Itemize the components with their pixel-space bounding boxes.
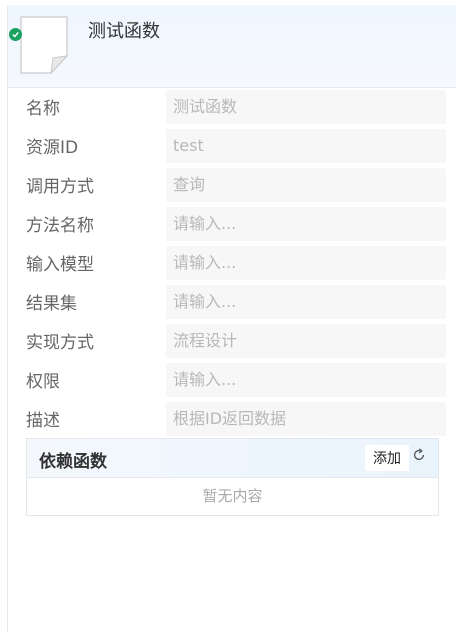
dependencies-title: 依赖函数 xyxy=(39,452,107,472)
empty-state: 暂无内容 xyxy=(202,487,263,505)
field-label: 输入模型 xyxy=(26,255,94,275)
field-row-result-set: 结果集 请输入... xyxy=(26,283,446,322)
field-row-implementation: 实现方式 流程设计 xyxy=(26,322,446,361)
panel-header xyxy=(8,5,456,88)
field-row-resource-id: 资源ID test xyxy=(26,127,446,166)
document-icon xyxy=(20,16,69,74)
field-label: 方法名称 xyxy=(26,216,94,236)
check-circle-icon xyxy=(9,28,22,41)
dependencies-header: 依赖函数 添加 xyxy=(27,439,438,478)
page-title: 测试函数 xyxy=(88,21,160,42)
field-label: 名称 xyxy=(26,99,60,119)
field-label: 调用方式 xyxy=(26,177,94,197)
input-model-field[interactable]: 请输入... xyxy=(166,246,446,280)
implementation-field[interactable]: 流程设计 xyxy=(166,324,446,358)
field-row-call-mode: 调用方式 查询 xyxy=(26,166,446,205)
refresh-icon[interactable] xyxy=(410,445,428,465)
field-row-input-model: 输入模型 请输入... xyxy=(26,244,446,283)
field-label: 资源ID xyxy=(26,138,79,158)
method-name-field[interactable]: 请输入... xyxy=(166,207,446,241)
field-row-name: 名称 测试函数 xyxy=(26,88,446,127)
resource-id-field[interactable]: test xyxy=(166,129,446,163)
add-dependency-button[interactable]: 添加 xyxy=(365,445,409,471)
result-set-field[interactable]: 请输入... xyxy=(166,285,446,319)
field-label: 描述 xyxy=(26,411,60,431)
field-row-description: 描述 根据ID返回数据 xyxy=(26,400,446,439)
properties-form: 名称 测试函数 资源ID test 调用方式 查询 方法名称 请输入... 输入… xyxy=(26,88,446,439)
field-row-permission: 权限 请输入... xyxy=(26,361,446,400)
field-label: 实现方式 xyxy=(26,333,94,353)
dependencies-panel: 依赖函数 添加 暂无内容 xyxy=(26,438,439,516)
permission-field[interactable]: 请输入... xyxy=(166,363,446,397)
description-field[interactable]: 根据ID返回数据 xyxy=(166,402,446,436)
name-field[interactable]: 测试函数 xyxy=(166,90,446,124)
field-row-method-name: 方法名称 请输入... xyxy=(26,205,446,244)
field-label: 权限 xyxy=(26,372,60,392)
call-mode-field[interactable]: 查询 xyxy=(166,168,446,202)
field-label: 结果集 xyxy=(26,294,77,314)
